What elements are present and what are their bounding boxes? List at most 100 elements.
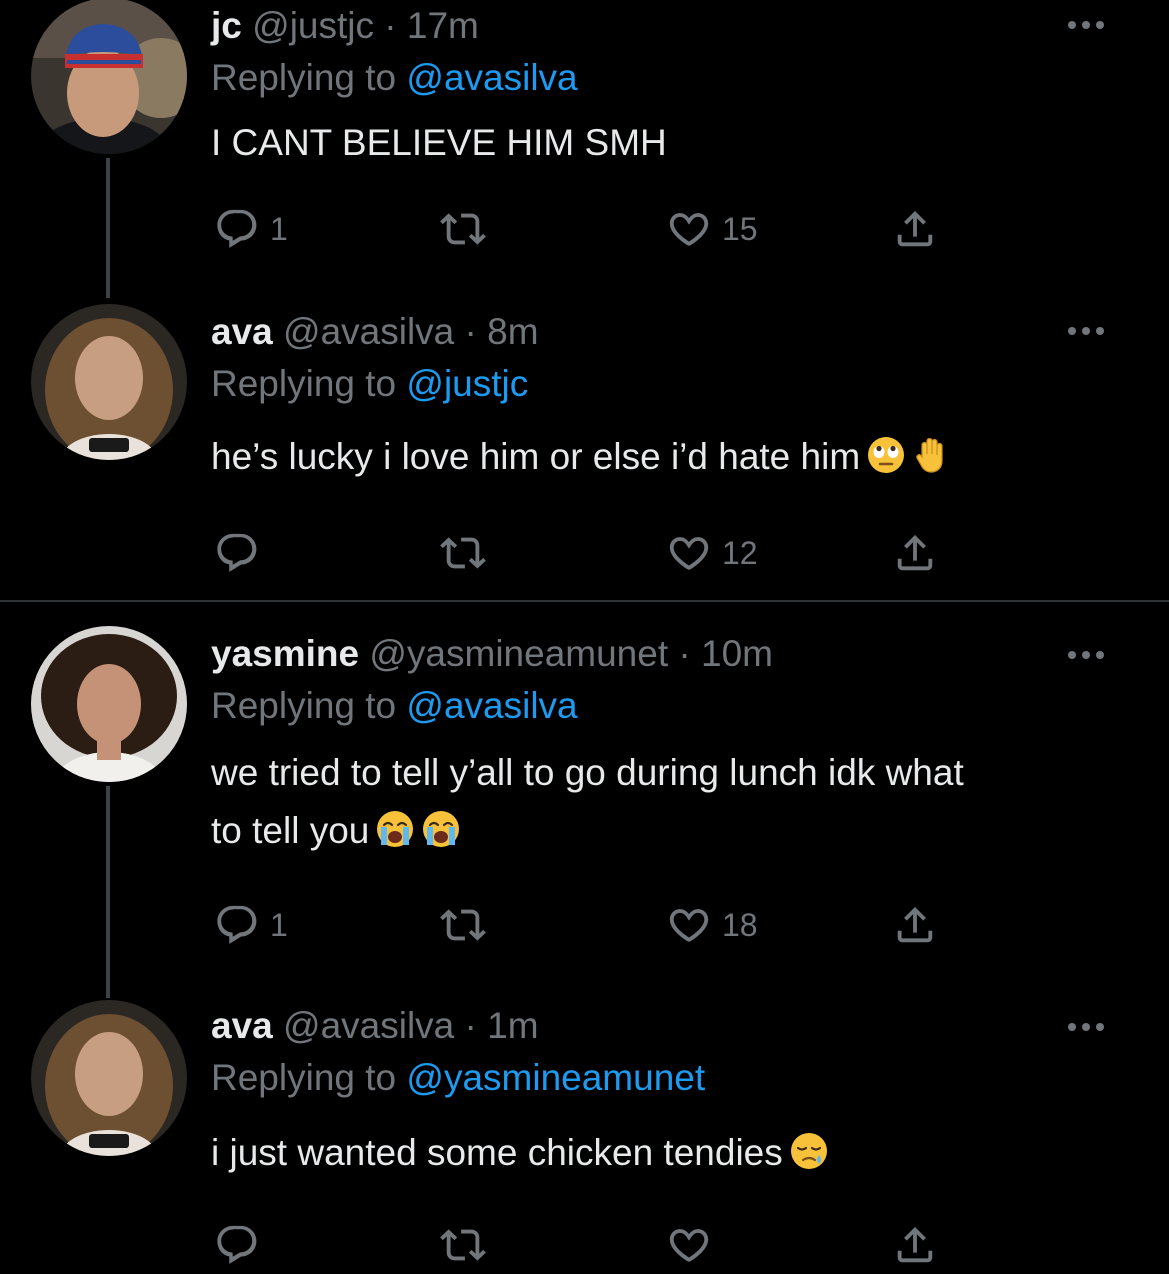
timestamp[interactable]: · 8m bbox=[465, 311, 539, 352]
tweet-text-line-end: to tell you bbox=[211, 810, 370, 851]
tweet-header: ava @avasilva · 8m bbox=[211, 310, 539, 354]
tweet-header: ava @avasilva · 1m bbox=[211, 1004, 539, 1048]
reply-button[interactable] bbox=[214, 1220, 270, 1270]
share-icon bbox=[892, 530, 938, 576]
thread-line bbox=[106, 786, 110, 998]
like-button[interactable]: 15 bbox=[666, 204, 758, 254]
tweet-text-line-2: to tell you bbox=[211, 802, 1111, 866]
heart-icon bbox=[666, 902, 712, 948]
mention-link[interactable]: @justjc bbox=[406, 363, 528, 404]
tweet-text-line: we tried to tell y’all to go during lunc… bbox=[211, 752, 964, 793]
timestamp[interactable]: · 17m bbox=[384, 5, 479, 46]
retweet-button[interactable] bbox=[440, 1220, 496, 1270]
replying-to: Replying to @avasilva bbox=[211, 684, 578, 728]
share-button[interactable] bbox=[892, 1220, 938, 1270]
display-name[interactable]: yasmine bbox=[211, 633, 359, 674]
tweet-yasmine[interactable]: yasmine @yasmineamunet · 10m Replying to… bbox=[0, 602, 1169, 998]
share-button[interactable] bbox=[892, 204, 938, 254]
reply-icon bbox=[214, 206, 260, 252]
share-icon bbox=[892, 902, 938, 948]
avatar-ava-image bbox=[31, 1000, 187, 1156]
avatar-ava[interactable] bbox=[31, 1000, 187, 1156]
reply-icon bbox=[214, 902, 260, 948]
action-bar: 1 18 bbox=[0, 900, 1169, 950]
reply-count: 1 bbox=[270, 210, 288, 247]
share-button[interactable] bbox=[892, 528, 938, 578]
action-bar bbox=[0, 1220, 1169, 1270]
timestamp[interactable]: · 1m bbox=[465, 1005, 539, 1046]
mention-link[interactable]: @yasmineamunet bbox=[406, 1057, 705, 1098]
like-count: 12 bbox=[722, 534, 758, 571]
mention-link[interactable]: @avasilva bbox=[406, 57, 577, 98]
more-options-icon[interactable] bbox=[1068, 324, 1112, 336]
share-icon bbox=[892, 1222, 938, 1268]
display-name[interactable]: ava bbox=[211, 1005, 273, 1046]
avatar-ava-image bbox=[31, 304, 187, 460]
tweet-ava-2[interactable]: ava @avasilva · 1m Replying to @yasminea… bbox=[0, 998, 1169, 1274]
tweet-header: yasmine @yasmineamunet · 10m bbox=[211, 632, 773, 676]
heart-icon bbox=[666, 206, 712, 252]
loudly-crying-face-icon bbox=[421, 808, 461, 866]
replying-label: Replying to bbox=[211, 685, 397, 726]
more-options-icon[interactable] bbox=[1068, 1020, 1112, 1032]
heart-icon bbox=[666, 1222, 712, 1268]
retweet-button[interactable] bbox=[440, 900, 496, 950]
retweet-icon bbox=[440, 902, 486, 948]
like-button[interactable]: 18 bbox=[666, 900, 758, 950]
heart-icon bbox=[666, 530, 712, 576]
tweet-ava-1[interactable]: ava @avasilva · 8m Replying to @justjc h… bbox=[0, 300, 1169, 600]
tweet-text-content: he’s lucky i love him or else i’d hate h… bbox=[211, 436, 861, 477]
replying-to: Replying to @yasmineamunet bbox=[211, 1056, 705, 1100]
face-with-rolling-eyes-icon bbox=[866, 434, 906, 492]
reply-icon bbox=[214, 1222, 260, 1268]
retweet-icon bbox=[440, 206, 486, 252]
more-options-icon[interactable] bbox=[1068, 648, 1112, 660]
share-icon bbox=[892, 206, 938, 252]
retweet-icon bbox=[440, 530, 486, 576]
reply-button[interactable] bbox=[214, 528, 270, 578]
like-count: 18 bbox=[722, 906, 758, 943]
tweet-text: he’s lucky i love him or else i’d hate h… bbox=[211, 428, 1111, 492]
tweet-text: i just wanted some chicken tendies bbox=[211, 1124, 1111, 1188]
display-name[interactable]: jc bbox=[211, 5, 242, 46]
sleepy-face-icon bbox=[789, 1130, 829, 1188]
loudly-crying-face-icon bbox=[375, 808, 415, 866]
action-bar: 1 15 bbox=[0, 204, 1169, 254]
tweet-text: we tried to tell y’all to go during lunc… bbox=[211, 744, 1111, 866]
replying-to: Replying to @justjc bbox=[211, 362, 528, 406]
handle[interactable]: @avasilva bbox=[283, 1005, 454, 1046]
avatar-jc[interactable] bbox=[31, 0, 187, 154]
replying-to: Replying to @avasilva bbox=[211, 56, 578, 100]
action-bar: 12 bbox=[0, 528, 1169, 578]
like-count: 15 bbox=[722, 210, 758, 247]
avatar-yasmine-image bbox=[31, 626, 187, 782]
tweet-text-content: I CANT BELIEVE HIM SMH bbox=[211, 122, 667, 163]
avatar-yasmine[interactable] bbox=[31, 626, 187, 782]
reply-button[interactable]: 1 bbox=[214, 900, 288, 950]
mention-link[interactable]: @avasilva bbox=[406, 685, 577, 726]
like-button[interactable] bbox=[666, 1220, 722, 1270]
retweet-button[interactable] bbox=[440, 204, 496, 254]
more-options-icon[interactable] bbox=[1068, 18, 1112, 30]
reply-count: 1 bbox=[270, 906, 288, 943]
raised-hand-icon bbox=[912, 434, 952, 492]
tweet-jc[interactable]: jc @justjc · 17m Replying to @avasilva I… bbox=[0, 0, 1169, 300]
share-button[interactable] bbox=[892, 900, 938, 950]
handle[interactable]: @yasmineamunet bbox=[369, 633, 668, 674]
retweet-button[interactable] bbox=[440, 528, 496, 578]
avatar-jc-image bbox=[31, 0, 187, 154]
reply-button[interactable]: 1 bbox=[214, 204, 288, 254]
tweet-text: I CANT BELIEVE HIM SMH bbox=[211, 114, 1111, 172]
tweet-text-content: i just wanted some chicken tendies bbox=[211, 1132, 783, 1173]
replying-label: Replying to bbox=[211, 363, 397, 404]
handle[interactable]: @avasilva bbox=[283, 311, 454, 352]
avatar-ava[interactable] bbox=[31, 304, 187, 460]
tweet-header: jc @justjc · 17m bbox=[211, 4, 479, 48]
like-button[interactable]: 12 bbox=[666, 528, 758, 578]
handle[interactable]: @justjc bbox=[252, 5, 374, 46]
display-name[interactable]: ava bbox=[211, 311, 273, 352]
replying-label: Replying to bbox=[211, 57, 397, 98]
reply-icon bbox=[214, 530, 260, 576]
timestamp[interactable]: · 10m bbox=[678, 633, 773, 674]
replying-label: Replying to bbox=[211, 1057, 397, 1098]
